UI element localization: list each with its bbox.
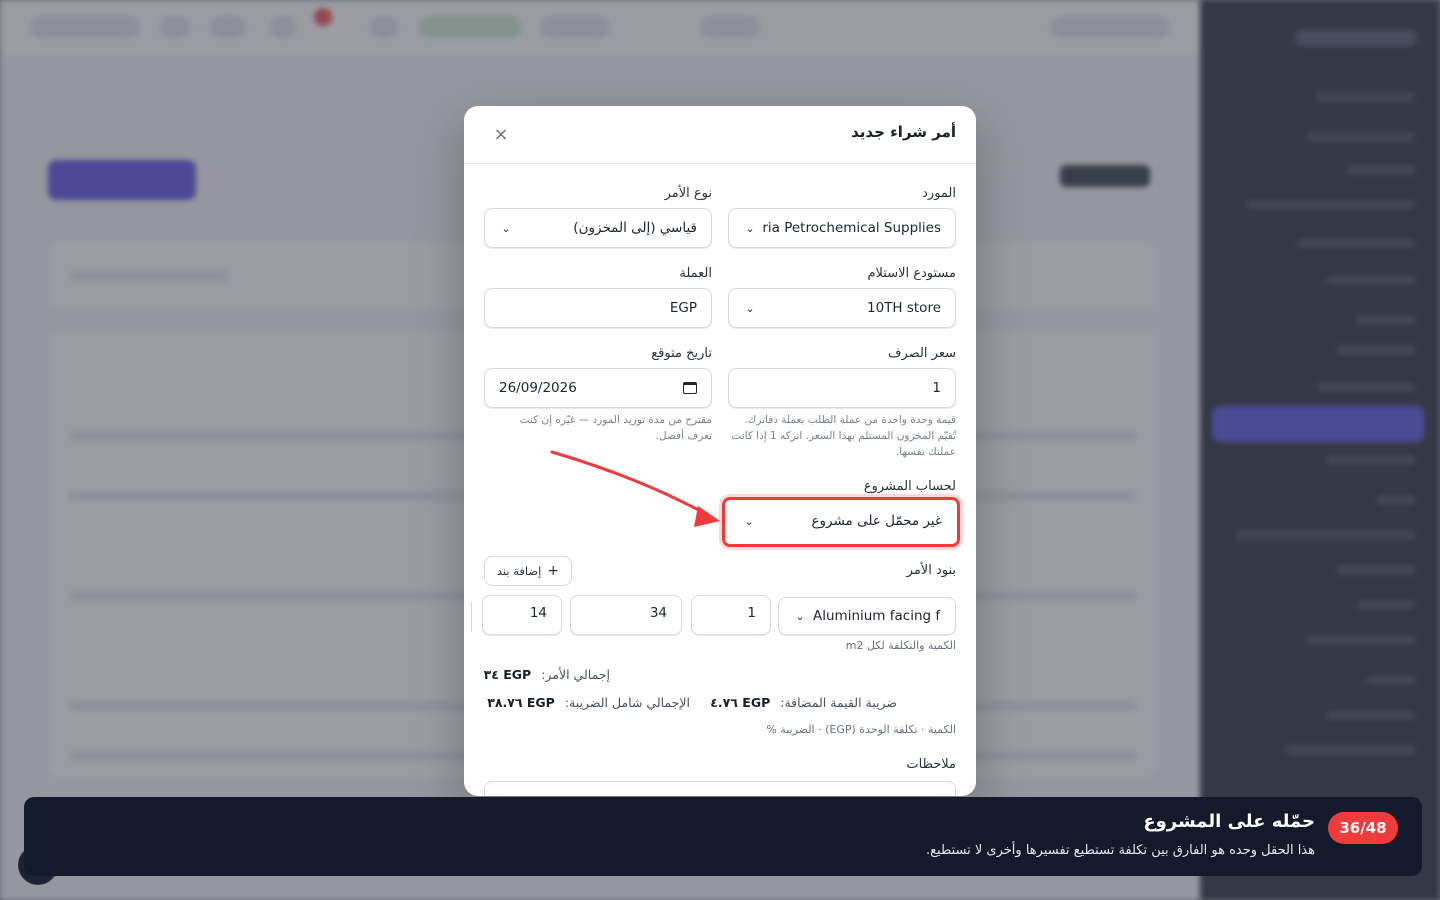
vat-label: ضريبة القيمة المضافة: <box>780 695 897 710</box>
expected-date-label: تاريخ متوقع <box>651 346 712 361</box>
supplier-select[interactable]: Alexandria Petrochemical Supplies ⌄ <box>728 208 956 248</box>
expected-date-help: مقترح من مدة توريد المورد — غيّره إن كنت… <box>519 414 712 442</box>
line-quantity-value: 1 <box>747 605 756 621</box>
line-item-select[interactable]: Aluminium facing foil ⌄ <box>778 597 956 635</box>
expected-date-value: 26/09/2026 <box>499 380 577 396</box>
line-unit-hint: الكمية والتكلفة لكل m2 <box>845 639 956 652</box>
chevron-down-icon: ⌄ <box>745 221 755 235</box>
warehouse-label: مستودع الاستلام <box>867 266 956 281</box>
supplier-label: المورد <box>922 186 956 201</box>
warehouse-select[interactable]: 10TH store ⌄ <box>728 288 956 328</box>
plus-icon: + <box>547 563 560 579</box>
warehouse-value: 10TH store <box>866 300 941 316</box>
modal-title: أمر شراء جديد <box>851 123 956 141</box>
tour-description: هذا الحقل وحده هو الفارق بين تكلفة تستطي… <box>925 843 1315 858</box>
tour-panel: 36/48 حمّله على المشروع هذا الحقل وحده ه… <box>24 797 1422 876</box>
chevron-down-icon: ⌄ <box>795 609 805 623</box>
line-quantity-input[interactable]: 1 <box>691 595 771 635</box>
chevron-down-icon: ⌄ <box>745 301 755 315</box>
purchase-order-modal: أمر شراء جديد × المورد Alexandria Petroc… <box>464 106 976 796</box>
line-unit-cost-value: 34 <box>649 605 667 621</box>
order-total: إجمالي الأمر: EGP ٣٤ <box>484 667 610 682</box>
grand-total-label: الإجمالي شامل الضريبة: <box>564 695 690 710</box>
expected-date-input[interactable]: 26/09/2026 <box>484 368 712 408</box>
currency-input[interactable]: EGP <box>484 288 712 328</box>
line-tax-input[interactable]: 14 <box>482 595 562 635</box>
vat-value: EGP ٤.٧٦ <box>710 695 771 710</box>
calendar-icon[interactable] <box>683 382 697 394</box>
line-tax-value: 14 <box>529 605 547 621</box>
grand-total: الإجمالي شامل الضريبة: EGP ٣٨.٧٦ <box>487 695 690 710</box>
order-total-value: EGP ٣٤ <box>483 667 532 682</box>
order-total-label: إجمالي الأمر: <box>541 667 610 682</box>
order-type-value: قياسي (إلى المخزون) <box>573 220 697 236</box>
add-line-button[interactable]: + إضافة بند <box>484 556 572 586</box>
currency-label: العملة <box>679 266 712 281</box>
exchange-rate-value: 1 <box>932 380 941 396</box>
vat-total: ضريبة القيمة المضافة: EGP ٤.٧٦ <box>710 695 897 710</box>
order-lines-label: بنود الأمر <box>906 563 956 578</box>
chevron-down-icon: ⌄ <box>501 221 511 235</box>
notes-label: ملاحظات <box>906 757 956 772</box>
exchange-rate-help: قيمة وحدة واحدة من عملة الطلب بعملة دفات… <box>731 414 956 458</box>
tour-highlight <box>722 497 960 547</box>
order-type-label: نوع الأمر <box>664 186 712 201</box>
notes-textarea[interactable] <box>484 781 956 796</box>
close-icon[interactable]: × <box>490 124 512 146</box>
grand-total-value: EGP ٣٨.٧٦ <box>487 695 555 710</box>
project-label: لحساب المشروع <box>863 479 956 494</box>
line-columns-hint: الكمية · تكلفة الوحدة (EGP) · الضريبة % <box>766 723 956 736</box>
horizontal-scroll-edge <box>464 602 472 632</box>
line-item-value: Aluminium facing foil <box>813 608 941 624</box>
supplier-value: Alexandria Petrochemical Supplies <box>763 220 941 236</box>
exchange-rate-label: سعر الصرف <box>888 346 956 361</box>
currency-value: EGP <box>669 300 697 316</box>
line-unit-cost-input[interactable]: 34 <box>570 595 682 635</box>
tour-step-badge: 36/48 <box>1328 812 1398 844</box>
exchange-rate-input[interactable]: 1 <box>728 368 956 408</box>
tour-title: حمّله على المشروع <box>1143 811 1315 832</box>
add-line-label: إضافة بند <box>496 564 542 578</box>
modal-header: أمر شراء جديد × <box>464 106 976 164</box>
order-type-select[interactable]: قياسي (إلى المخزون) ⌄ <box>484 208 712 248</box>
